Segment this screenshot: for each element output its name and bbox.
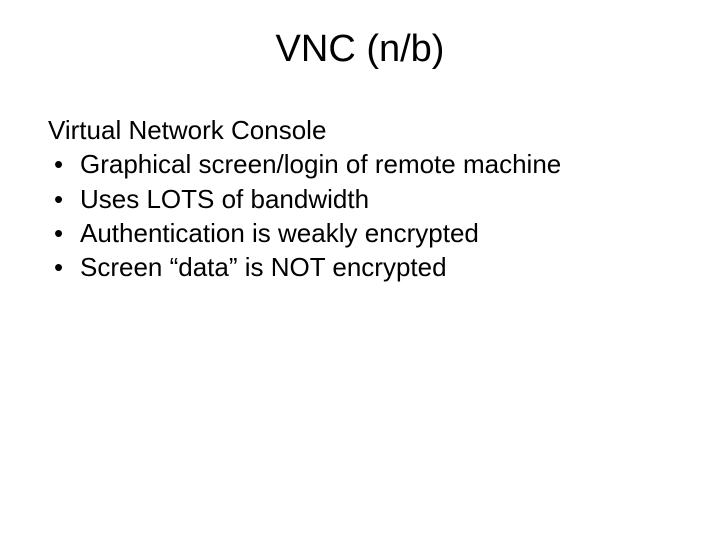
slide-container: VNC (n/b) Virtual Network Console Graphi… — [0, 0, 720, 540]
list-item: Authentication is weakly encrypted — [48, 216, 672, 250]
list-item: Graphical screen/login of remote machine — [48, 147, 672, 181]
list-item: Screen “data” is NOT encrypted — [48, 250, 672, 284]
list-item: Uses LOTS of bandwidth — [48, 182, 672, 216]
slide-body: Virtual Network Console Graphical screen… — [48, 113, 672, 285]
bullet-list: Graphical screen/login of remote machine… — [48, 147, 672, 284]
intro-text: Virtual Network Console — [48, 113, 672, 147]
slide-title: VNC (n/b) — [48, 28, 672, 71]
